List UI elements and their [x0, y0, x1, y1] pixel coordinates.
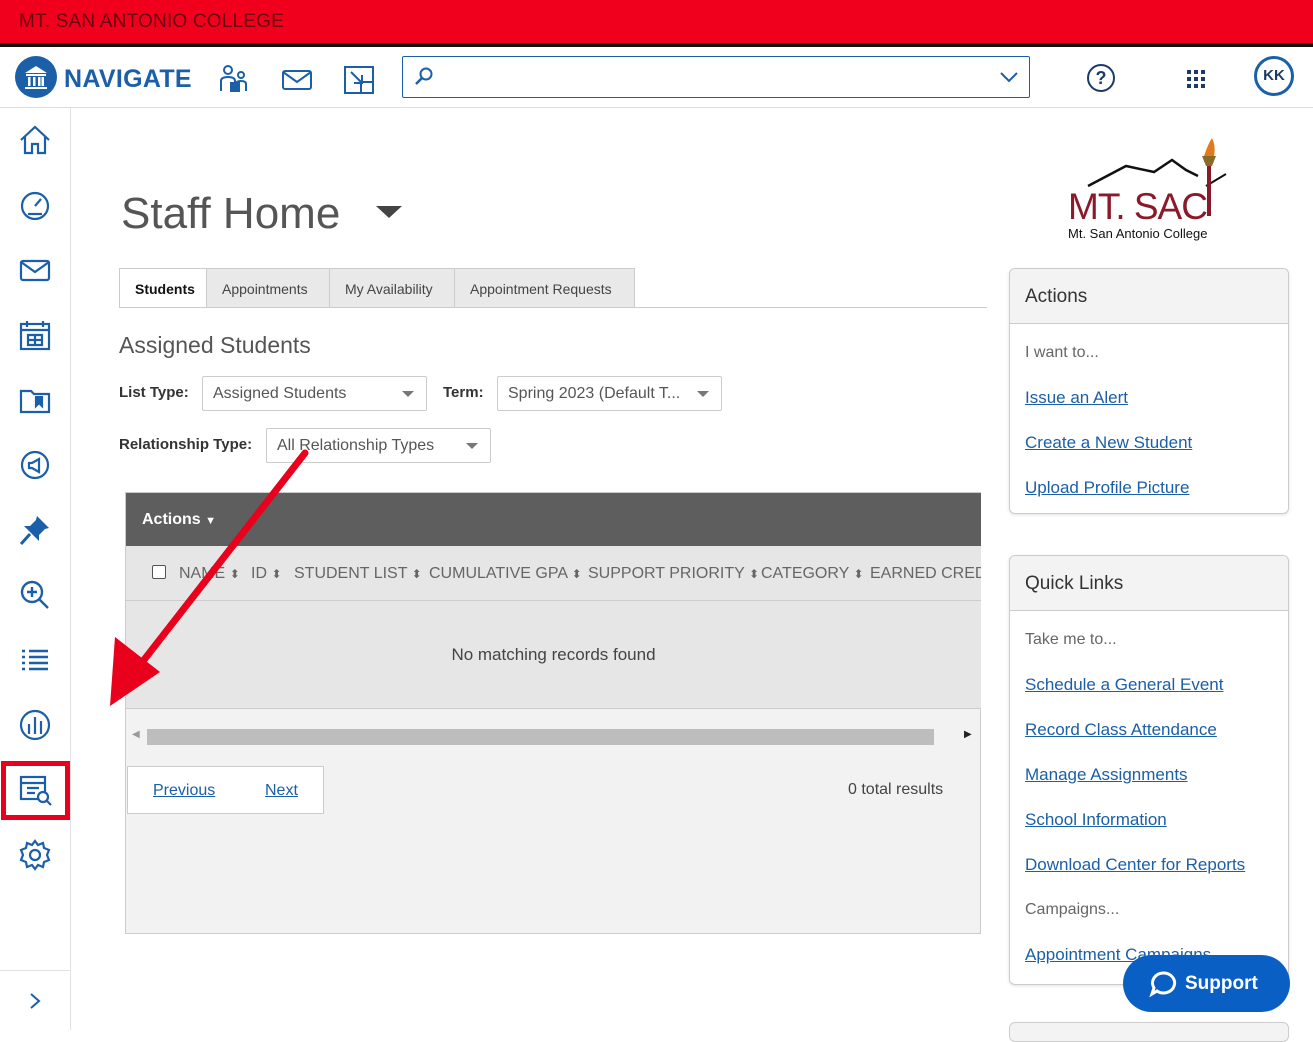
support-button[interactable]: Support: [1123, 955, 1290, 1012]
previous-link[interactable]: Previous: [153, 782, 215, 800]
left-sidebar: [0, 108, 71, 1030]
user-avatar[interactable]: KK: [1254, 56, 1294, 96]
relationship-type-label: Relationship Type:: [119, 436, 253, 453]
next-panel: [1009, 1022, 1289, 1042]
empty-row: No matching records found: [126, 601, 981, 709]
caret-down-icon: [697, 391, 709, 397]
reports-search-icon[interactable]: [17, 772, 53, 808]
help-button[interactable]: ?: [1087, 64, 1115, 92]
campaigns-icon[interactable]: [17, 447, 53, 483]
students-icon[interactable]: [217, 61, 251, 95]
chat-bubble-icon: [1149, 971, 1177, 998]
sidebar-footer: [0, 970, 71, 1030]
pagination: Previous Next: [127, 766, 324, 814]
brand-name: MT. SAC: [1068, 186, 1208, 227]
home-icon[interactable]: [17, 122, 53, 158]
college-banner: MT. SAN ANTONIO COLLEGE: [0, 0, 1313, 43]
manage-assignments-link[interactable]: Manage Assignments: [1025, 765, 1188, 785]
column-header-category[interactable]: CATEGORY ⬍: [761, 565, 864, 583]
list-type-value: Assigned Students: [213, 385, 347, 402]
term-value: Spring 2023 (Default T...: [508, 385, 681, 402]
list-type-label: List Type:: [119, 384, 189, 401]
search-zoom-icon[interactable]: [17, 577, 53, 613]
table-header: NAME ⬍ ID ⬍ STUDENT LIST ⬍ CUMULATIVE GP…: [126, 546, 981, 601]
search-input[interactable]: [402, 56, 1030, 98]
actions-label: Actions: [142, 511, 201, 528]
next-link[interactable]: Next: [265, 782, 298, 800]
tab-appointments[interactable]: Appointments: [207, 268, 330, 308]
actions-panel-title: Actions: [1010, 269, 1288, 324]
students-table: Actions ▼ NAME ⬍ ID ⬍ STUDENT LIST ⬍ CUM…: [125, 492, 981, 934]
column-header-student-list[interactable]: STUDENT LIST ⬍: [294, 565, 422, 583]
horizontal-scrollbar[interactable]: ◀ ▶: [126, 725, 981, 749]
select-all-checkbox[interactable]: [152, 565, 166, 579]
actions-intro: I want to...: [1025, 344, 1099, 361]
tab-my-availability[interactable]: My Availability: [330, 268, 455, 308]
campaigns-label: Campaigns...: [1025, 901, 1120, 918]
pin-icon[interactable]: [17, 512, 53, 548]
quick-links-intro: Take me to...: [1025, 631, 1117, 648]
relationship-type-select[interactable]: All Relationship Types: [266, 428, 491, 463]
calendar-icon[interactable]: [17, 317, 53, 353]
analytics-icon[interactable]: [17, 707, 53, 743]
column-header-id[interactable]: ID ⬍: [251, 565, 282, 583]
page-title: Staff Home: [121, 189, 341, 238]
top-header: NAVIGATE ? KK: [0, 47, 1313, 108]
upload-profile-picture-link[interactable]: Upload Profile Picture: [1025, 478, 1189, 498]
folder-icon[interactable]: [17, 382, 53, 418]
column-header-name[interactable]: NAME ⬍: [179, 565, 240, 583]
tab-appointment-requests[interactable]: Appointment Requests: [455, 268, 635, 308]
caret-down-icon: [466, 443, 478, 449]
mail-icon[interactable]: [17, 252, 53, 288]
college-logo: MT. SAC Mt. San Antonio College: [1066, 136, 1236, 246]
list-type-select[interactable]: Assigned Students: [202, 376, 427, 411]
message-icon[interactable]: [280, 61, 314, 95]
column-header-cumulative-gpa[interactable]: CUMULATIVE GPA ⬍: [429, 565, 582, 583]
create-student-link[interactable]: Create a New Student: [1025, 433, 1192, 453]
settings-gear-icon[interactable]: [17, 837, 53, 873]
scroll-left-icon[interactable]: ◀: [132, 729, 140, 740]
tab-students[interactable]: Students: [119, 268, 207, 308]
issue-alert-link[interactable]: Issue an Alert: [1025, 388, 1128, 408]
brand-subtitle: Mt. San Antonio College: [1068, 226, 1208, 241]
title-dropdown-icon[interactable]: [376, 206, 402, 218]
term-select[interactable]: Spring 2023 (Default T...: [497, 376, 722, 411]
chevron-right-icon[interactable]: [27, 991, 43, 1011]
record-class-attendance-link[interactable]: Record Class Attendance: [1025, 720, 1217, 740]
empty-message: No matching records found: [451, 645, 656, 664]
college-banner-text: MT. SAN ANTONIO COLLEGE: [19, 11, 285, 32]
tab-bar: Students Appointments My Availability Ap…: [119, 268, 635, 308]
app-name[interactable]: NAVIGATE: [64, 65, 192, 94]
school-information-link[interactable]: School Information: [1025, 810, 1167, 830]
quick-add-icon[interactable]: [342, 61, 376, 95]
support-label: Support: [1185, 973, 1258, 994]
quick-links-title: Quick Links: [1010, 556, 1288, 611]
download-center-link[interactable]: Download Center for Reports: [1025, 855, 1245, 875]
column-header-earned-credits[interactable]: EARNED CREDI: [870, 565, 981, 583]
total-results: 0 total results: [848, 781, 944, 798]
relationship-type-value: All Relationship Types: [277, 437, 435, 454]
caret-down-icon: ▼: [205, 515, 217, 527]
dashboard-icon[interactable]: [17, 187, 53, 223]
caret-down-icon: [402, 391, 414, 397]
term-label: Term:: [443, 384, 484, 401]
chevron-down-icon[interactable]: [999, 70, 1019, 84]
search-icon: [415, 67, 433, 85]
scroll-right-icon[interactable]: ▶: [964, 729, 972, 740]
schedule-general-event-link[interactable]: Schedule a General Event: [1025, 675, 1223, 695]
actions-dropdown[interactable]: Actions ▼: [142, 511, 216, 529]
column-header-support-priority[interactable]: SUPPORT PRIORITY ⬍: [588, 565, 759, 583]
table-toolbar: Actions ▼: [126, 493, 981, 546]
section-title: Assigned Students: [119, 332, 311, 358]
tab-underline: [119, 307, 987, 308]
navigate-logo-icon[interactable]: [15, 56, 57, 98]
list-icon[interactable]: [17, 642, 53, 678]
actions-panel: Actions I want to... Issue an Alert Crea…: [1009, 268, 1289, 514]
quick-links-panel: Quick Links Take me to... Schedule a Gen…: [1009, 555, 1289, 985]
scrollbar-thumb[interactable]: [147, 729, 934, 745]
apps-grid-icon[interactable]: [1186, 69, 1206, 94]
